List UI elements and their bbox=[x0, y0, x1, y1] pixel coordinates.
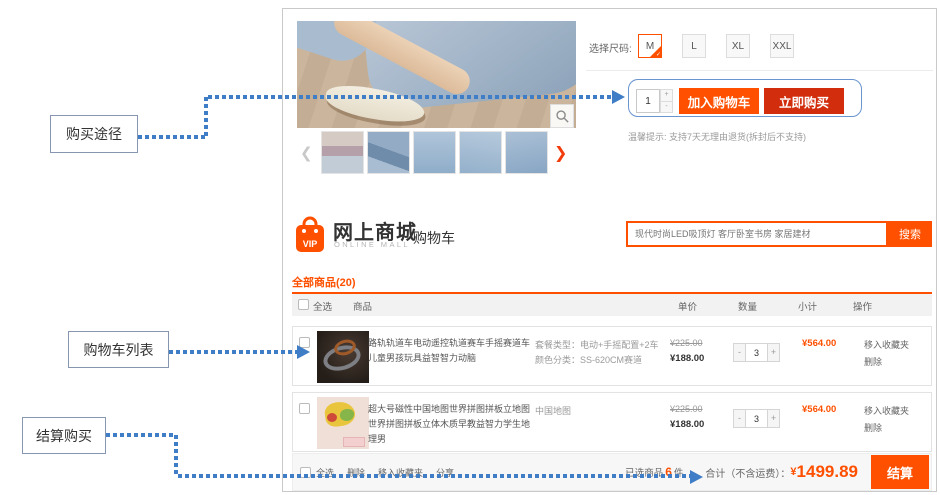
move-to-favorites-link[interactable]: 移入收藏夹 bbox=[864, 404, 909, 417]
vip-badge: VIP bbox=[303, 239, 318, 249]
connector-line bbox=[204, 97, 208, 139]
item-image-race-track[interactable] bbox=[317, 331, 369, 383]
header-action: 操作 bbox=[853, 299, 872, 313]
mall-subtitle: ONLINE MALL bbox=[334, 240, 410, 249]
callout-checkout: 结算购买 bbox=[22, 417, 106, 454]
thumbnail-1[interactable] bbox=[321, 131, 364, 174]
item-title[interactable]: 路轨轨道车电动遥控轨道赛车手摇赛道车儿童男孩玩具益智智力动脑 bbox=[368, 336, 535, 366]
callout-cart-list-label: 购物车列表 bbox=[84, 340, 154, 360]
move-to-favorites-link[interactable]: 移入收藏夹 bbox=[864, 338, 909, 351]
cart-item-row: 超大号磁性中国地图世界拼图拼板立地图世界拼图拼板立体木质早教益智力学生地理男 中… bbox=[292, 392, 932, 452]
item-subtotal: ¥564.00 bbox=[802, 404, 836, 415]
total-amount: 1499.89 bbox=[797, 462, 858, 482]
magnifier-icon bbox=[555, 109, 570, 124]
item-spec-line: 中国地图 bbox=[535, 404, 668, 419]
search-input[interactable] bbox=[626, 221, 888, 247]
item-title[interactable]: 超大号磁性中国地图世界拼图拼板立地图世界拼图拼板立体木质早教益智力学生地理男 bbox=[368, 402, 535, 447]
item-price: ¥188.00 bbox=[670, 419, 704, 430]
quantity-increase-button[interactable]: + bbox=[660, 89, 673, 102]
shop-page-panel: ❮ ❯ 选择尺码: M L XL XXL + - 加入购物车 立即购买 温馨提示… bbox=[282, 8, 937, 492]
image-zoom-button[interactable] bbox=[550, 104, 574, 128]
size-option-xxl[interactable]: XXL bbox=[770, 34, 794, 58]
connector-line bbox=[169, 350, 297, 354]
arrow-icon bbox=[690, 470, 703, 484]
size-option-m[interactable]: M bbox=[638, 34, 662, 58]
select-all-checkbox[interactable] bbox=[298, 299, 309, 310]
thumbnail-4[interactable] bbox=[459, 131, 502, 174]
thumbnail-2[interactable] bbox=[367, 131, 410, 174]
connector-line bbox=[174, 435, 178, 476]
item-checkbox[interactable] bbox=[299, 403, 310, 414]
product-main-image[interactable] bbox=[297, 21, 576, 128]
quantity-input[interactable] bbox=[636, 89, 660, 113]
arrow-icon bbox=[297, 345, 310, 359]
search-button[interactable]: 搜索 bbox=[888, 221, 932, 247]
checkout-button[interactable]: 结算 bbox=[871, 455, 929, 489]
item-specs: 中国地图 bbox=[535, 404, 668, 419]
screenshot-stage: 购买途径 购物车列表 结算购买 ❮ ❯ bbox=[0, 0, 940, 495]
carousel-prev-icon[interactable]: ❮ bbox=[300, 144, 313, 162]
mall-logo-bag-icon: VIP bbox=[294, 213, 326, 253]
search-bar: 搜索 bbox=[626, 221, 932, 247]
quantity-decrease-button[interactable]: - bbox=[660, 102, 673, 114]
qty-input[interactable] bbox=[746, 343, 767, 362]
header-subtotal: 小计 bbox=[798, 299, 817, 313]
connector-line bbox=[178, 474, 690, 478]
thumbnail-5[interactable] bbox=[505, 131, 548, 174]
carousel-next-icon[interactable]: ❯ bbox=[554, 143, 567, 163]
arrow-icon bbox=[612, 90, 625, 104]
total-label: 合计（不含运费）： bbox=[705, 465, 790, 480]
item-old-price: ¥225.00 bbox=[670, 338, 703, 348]
item-price: ¥188.00 bbox=[670, 353, 704, 364]
connector-line bbox=[208, 95, 612, 99]
item-spec-line: 套餐类型：电动+手摇配置+2车 bbox=[535, 338, 668, 353]
cart-section-title: 全部商品(20) bbox=[292, 274, 356, 290]
qty-decrease-button[interactable]: - bbox=[733, 343, 746, 362]
callout-cart-list: 购物车列表 bbox=[68, 331, 169, 368]
divider bbox=[586, 70, 933, 71]
item-image-china-map[interactable] bbox=[317, 397, 369, 449]
quantity-stepper: + - bbox=[660, 89, 673, 113]
cart-table-header: 全选 商品 单价 数量 小计 操作 bbox=[292, 294, 932, 316]
item-old-price: ¥225.00 bbox=[670, 404, 703, 414]
header-product: 商品 bbox=[353, 299, 372, 313]
item-quantity-stepper: - + bbox=[733, 343, 780, 362]
header-unit-price: 单价 bbox=[678, 299, 697, 313]
size-select-label: 选择尺码: bbox=[589, 40, 632, 55]
header-select-all: 全选 bbox=[313, 299, 332, 313]
delete-item-link[interactable]: 删除 bbox=[864, 355, 882, 368]
thumbnail-3[interactable] bbox=[413, 131, 456, 174]
item-quantity-stepper: - + bbox=[733, 409, 780, 428]
item-spec-line: 颜色分类：SS-620CM赛道 bbox=[535, 353, 668, 368]
qty-increase-button[interactable]: + bbox=[767, 409, 780, 428]
page-title: 购物车 bbox=[413, 228, 455, 248]
connector-line bbox=[106, 433, 176, 437]
connector-line bbox=[138, 135, 206, 139]
add-to-cart-button[interactable]: 加入购物车 bbox=[679, 88, 759, 114]
cart-item-row: 路轨轨道车电动遥控轨道赛车手摇赛道车儿童男孩玩具益智智力动脑 套餐类型：电动+手… bbox=[292, 326, 932, 386]
size-option-xl[interactable]: XL bbox=[726, 34, 750, 58]
cart-footer-bar: 全选 删除 移入收藏夹 分享 已选商品6件 合计（不含运费）： ¥ 1499.8… bbox=[292, 453, 932, 491]
size-option-l[interactable]: L bbox=[682, 34, 706, 58]
qty-input[interactable] bbox=[746, 409, 767, 428]
header-quantity: 数量 bbox=[738, 299, 757, 313]
delete-item-link[interactable]: 删除 bbox=[864, 421, 882, 434]
buy-now-button[interactable]: 立即购买 bbox=[764, 88, 844, 114]
callout-purchase-path-label: 购买途径 bbox=[66, 124, 122, 144]
qty-decrease-button[interactable]: - bbox=[733, 409, 746, 428]
callout-checkout-label: 结算购买 bbox=[36, 426, 92, 446]
qty-increase-button[interactable]: + bbox=[767, 343, 780, 362]
return-policy-tip: 温馨提示: 支持7天无理由退货(拆封后不支持) bbox=[628, 130, 806, 143]
callout-purchase-path: 购买途径 bbox=[50, 115, 138, 153]
item-subtotal: ¥564.00 bbox=[802, 338, 836, 349]
item-specs: 套餐类型：电动+手摇配置+2车 颜色分类：SS-620CM赛道 bbox=[535, 338, 668, 368]
